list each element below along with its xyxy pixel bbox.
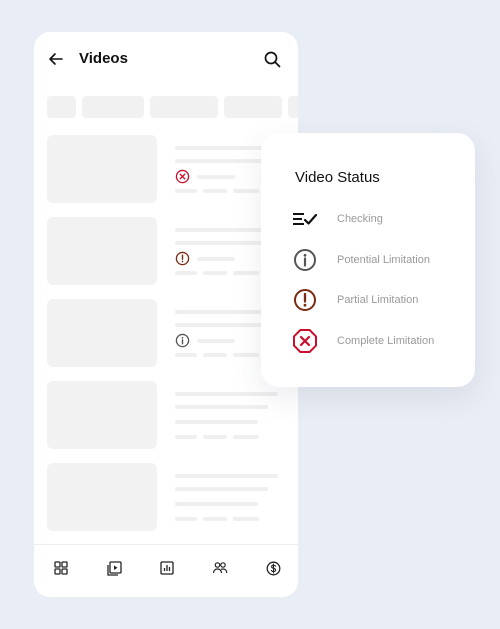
partial-limitation-icon xyxy=(175,251,190,266)
nav-dashboard[interactable] xyxy=(52,559,70,577)
placeholder-line xyxy=(175,474,278,478)
video-row[interactable] xyxy=(47,381,298,449)
legend-label: Checking xyxy=(337,213,383,225)
search-icon xyxy=(264,51,280,67)
placeholder-line xyxy=(203,271,227,275)
placeholder-line xyxy=(175,189,197,193)
checking-icon xyxy=(293,213,318,225)
legend-item-partial: Partial Limitation xyxy=(291,286,471,314)
arrow-left-icon xyxy=(49,53,63,65)
search-button[interactable] xyxy=(262,49,282,69)
placeholder-line xyxy=(197,257,235,261)
filter-chip[interactable] xyxy=(288,96,298,118)
video-status-legend: Video Status Checking Potential Limitati… xyxy=(261,133,475,387)
placeholder-line xyxy=(175,353,197,357)
legend-item-potential: Potential Limitation xyxy=(291,246,471,274)
page-title: Videos xyxy=(79,50,128,67)
placeholder-line xyxy=(175,405,268,409)
legend-title: Video Status xyxy=(295,169,380,186)
legend-item-checking: Checking xyxy=(291,205,471,233)
placeholder-line xyxy=(175,228,265,232)
placeholder-line xyxy=(175,420,258,424)
filter-chips xyxy=(47,96,298,118)
video-library-icon xyxy=(106,560,122,576)
placeholder-line xyxy=(203,353,227,357)
placeholder-line xyxy=(233,517,259,521)
placeholder-line xyxy=(175,487,268,491)
info-icon xyxy=(294,249,316,271)
placeholder-line xyxy=(203,189,227,193)
complete-limitation-icon xyxy=(175,169,190,184)
app-header: Videos xyxy=(34,32,298,88)
placeholder-line xyxy=(203,435,227,439)
placeholder-line xyxy=(203,517,227,521)
placeholder-line xyxy=(175,517,197,521)
bottom-navigation xyxy=(34,544,298,597)
dashboard-icon xyxy=(54,561,68,575)
placeholder-line xyxy=(175,271,197,275)
placeholder-line xyxy=(175,502,258,506)
filter-chip[interactable] xyxy=(150,96,218,118)
placeholder-line xyxy=(233,435,259,439)
nav-videos[interactable] xyxy=(105,559,123,577)
placeholder-line xyxy=(233,189,259,193)
phone-screen: Videos xyxy=(34,32,298,597)
placeholder-line xyxy=(175,146,265,150)
nav-earnings[interactable] xyxy=(264,559,282,577)
placeholder-line xyxy=(175,435,197,439)
video-thumbnail xyxy=(47,135,157,203)
octagon-x-icon xyxy=(293,329,317,353)
legend-item-complete: Complete Limitation xyxy=(291,327,471,355)
placeholder-line xyxy=(197,339,235,343)
video-thumbnail xyxy=(47,381,157,449)
potential-limitation-icon xyxy=(175,333,190,348)
placeholder-line xyxy=(233,353,259,357)
video-thumbnail xyxy=(47,217,157,285)
legend-label: Partial Limitation xyxy=(337,294,419,306)
video-row[interactable] xyxy=(47,463,298,531)
analytics-icon xyxy=(160,561,174,575)
video-thumbnail xyxy=(47,299,157,367)
legend-label: Complete Limitation xyxy=(337,335,435,347)
placeholder-line xyxy=(175,310,265,314)
placeholder-line xyxy=(175,392,278,396)
filter-chip[interactable] xyxy=(224,96,282,118)
nav-analytics[interactable] xyxy=(158,559,176,577)
exclamation-icon xyxy=(294,289,316,311)
placeholder-line xyxy=(233,271,259,275)
filter-chip[interactable] xyxy=(47,96,76,118)
filter-chip[interactable] xyxy=(82,96,144,118)
community-icon xyxy=(212,562,228,574)
legend-label: Potential Limitation xyxy=(337,254,430,266)
back-button[interactable] xyxy=(46,49,66,69)
earnings-icon xyxy=(266,561,280,575)
video-thumbnail xyxy=(47,463,157,531)
placeholder-line xyxy=(197,175,235,179)
nav-community[interactable] xyxy=(211,559,229,577)
